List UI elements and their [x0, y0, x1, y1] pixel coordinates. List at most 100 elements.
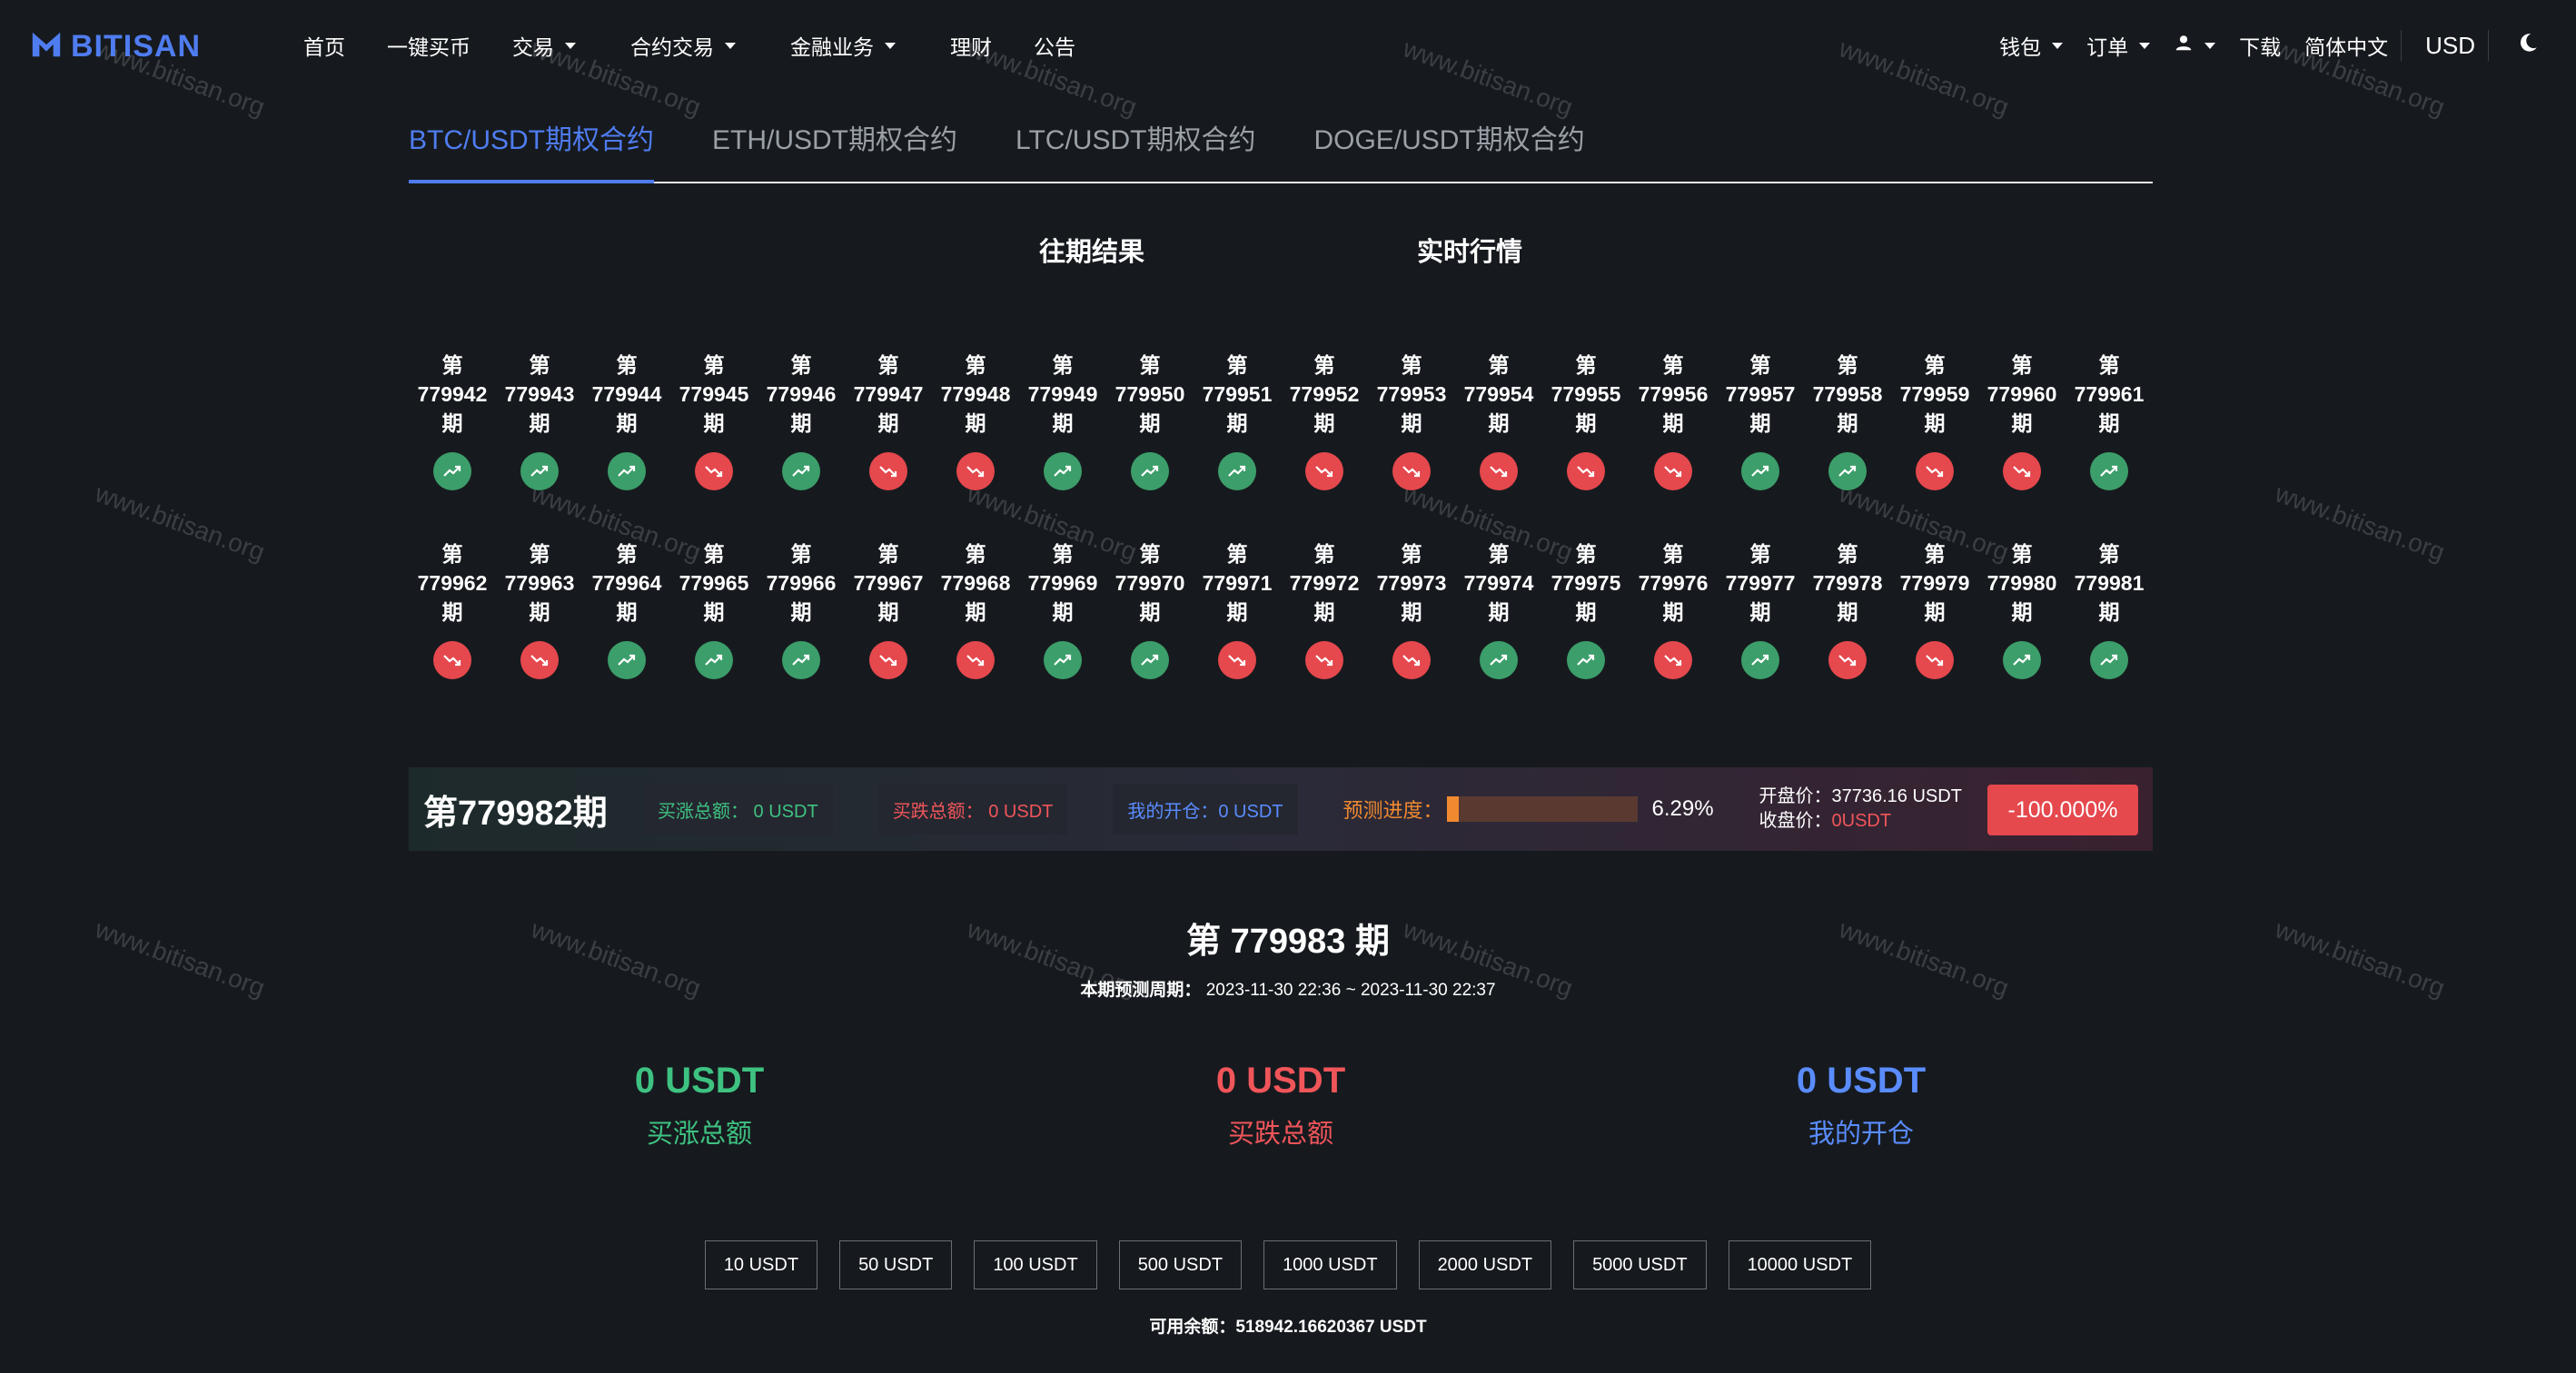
period-prefix: 第	[1226, 542, 1248, 566]
chevron-down-icon	[2052, 42, 2064, 49]
period-prefix: 第	[1575, 542, 1597, 566]
trend-up-icon	[1131, 641, 1169, 679]
tab-contract[interactable]: LTC/USDT期权合约	[1016, 118, 1255, 183]
trend-down-icon	[869, 641, 907, 679]
language-selector[interactable]: 简体中文	[2304, 27, 2388, 64]
trend-down-icon	[956, 641, 995, 679]
trend-up-icon	[608, 452, 646, 490]
period-number: 779951	[1202, 382, 1273, 406]
period-number: 779961	[2074, 382, 2145, 406]
currency-selector[interactable]: USD	[2425, 27, 2475, 64]
period-prefix: 第	[703, 542, 725, 566]
history-period: 第 779975 期	[1542, 539, 1630, 679]
amount-option-button[interactable]: 10 USDT	[704, 1240, 818, 1289]
period-number: 779973	[1376, 571, 1447, 595]
amount-option-button[interactable]: 50 USDT	[839, 1240, 953, 1289]
period-number: 779970	[1115, 571, 1185, 595]
period-suffix: 期	[1749, 411, 1771, 435]
period-suffix: 期	[790, 600, 812, 624]
progress-value: 6.29%	[1651, 796, 1714, 821]
period-number: 779971	[1202, 571, 1273, 595]
period-prefix: 第	[2098, 353, 2120, 377]
period-label: 第 779971 期	[1203, 539, 1273, 627]
trend-down-icon	[869, 452, 907, 490]
period-suffix: 期	[1837, 600, 1858, 624]
divider	[2401, 30, 2403, 61]
amount-option-button[interactable]: 2000 USDT	[1418, 1240, 1552, 1289]
realtime-heading[interactable]: 实时行情	[1417, 231, 1522, 269]
buy-total-amount: 0 USDT	[634, 1061, 765, 1101]
nav-item-label: 金融业务	[790, 35, 874, 59]
orders-menu[interactable]: 订单	[2086, 27, 2151, 64]
period-suffix: 期	[965, 600, 986, 624]
period-label: 第 779976 期	[1639, 539, 1709, 627]
period-suffix: 期	[1575, 600, 1597, 624]
period-suffix: 期	[1575, 411, 1597, 435]
trend-up-icon	[2090, 452, 2128, 490]
history-period: 第 779948 期	[932, 351, 1019, 490]
nav-item[interactable]: 理财	[950, 29, 992, 62]
history-period: 第 779977 期	[1717, 539, 1804, 679]
period-label: 第 779980 期	[1987, 539, 2057, 627]
period-number: 779950	[1115, 382, 1185, 406]
trend-up-icon	[1480, 641, 1518, 679]
nav-item[interactable]: 一键买币	[387, 29, 471, 62]
period-suffix: 期	[1401, 411, 1422, 435]
logo[interactable]: BITISAN	[29, 27, 201, 66]
buy-total-badge: 买涨总额： 0 USDT	[643, 784, 833, 835]
period-label: 第 779948 期	[941, 351, 1011, 438]
amount-option-button[interactable]: 5000 USDT	[1573, 1240, 1707, 1289]
wallet-menu[interactable]: 钱包	[1999, 27, 2064, 64]
period-label: 第 779964 期	[592, 539, 662, 627]
progress-label: 预测进度：	[1342, 799, 1443, 822]
nav-item[interactable]: 公告	[1034, 29, 1075, 62]
tab-contract[interactable]: BTC/USDT期权合约	[409, 118, 654, 183]
nav-item-label: 公告	[1034, 35, 1075, 59]
history-period: 第 779969 期	[1019, 539, 1106, 679]
period-prefix: 第	[1313, 353, 1335, 377]
current-period-label: 第779982期	[423, 794, 608, 833]
theme-toggle[interactable]	[2516, 27, 2540, 64]
period-suffix: 期	[616, 600, 638, 624]
history-period: 第 779959 期	[1891, 351, 1978, 490]
period-number: 779942	[417, 382, 488, 406]
contract-tabs: BTC/USDT期权合约 ETH/USDT期权合约 LTC/USDT期权合约 DOGE…	[409, 118, 2153, 183]
period-number: 779966	[766, 571, 837, 595]
period-prefix: 第	[1749, 353, 1771, 377]
trend-up-icon	[1828, 452, 1867, 490]
period-number: 779974	[1463, 571, 1534, 595]
next-period-title: 第 779983 期	[1186, 923, 1390, 961]
download-link[interactable]: 下载	[2239, 27, 2281, 64]
trend-down-icon	[433, 641, 471, 679]
user-icon	[2174, 33, 2194, 58]
logo-icon	[29, 27, 64, 66]
trend-down-icon	[695, 452, 733, 490]
nav-item[interactable]: 交易	[512, 29, 576, 62]
tab-contract[interactable]: DOGE/USDT期权合约	[1313, 118, 1584, 183]
history-period: 第 779980 期	[1978, 539, 2066, 679]
nav-item[interactable]: 首页	[303, 29, 345, 62]
amount-option-button[interactable]: 500 USDT	[1118, 1240, 1243, 1289]
period-prefix: 第	[1226, 353, 1248, 377]
period-prefix: 第	[529, 542, 550, 566]
period-prefix: 第	[703, 353, 725, 377]
amount-option-button[interactable]: 100 USDT	[974, 1240, 1097, 1289]
nav-item[interactable]: 金融业务	[790, 29, 896, 62]
period-suffix: 期	[529, 600, 550, 624]
tab-contract[interactable]: ETH/USDT期权合约	[712, 118, 957, 183]
user-menu[interactable]	[2174, 27, 2216, 64]
amount-option-button[interactable]: 10000 USDT	[1728, 1240, 1872, 1289]
history-period: 第 779964 期	[583, 539, 670, 679]
trend-down-icon	[2003, 452, 2041, 490]
period-suffix: 期	[2098, 600, 2120, 624]
buy-total-block: 0 USDT 买涨总额	[518, 1061, 881, 1151]
history-period: 第 779943 期	[496, 351, 583, 490]
amount-option-button[interactable]: 1000 USDT	[1263, 1240, 1397, 1289]
history-period: 第 779971 期	[1194, 539, 1281, 679]
period-label: 第 779951 期	[1203, 351, 1273, 438]
wallet-label: 钱包	[1999, 35, 2042, 59]
nav-item[interactable]: 合约交易	[630, 29, 736, 62]
period-label: 第 779972 期	[1290, 539, 1360, 627]
history-heading[interactable]: 往期结果	[1039, 231, 1144, 269]
period-label: 第 779975 期	[1551, 539, 1621, 627]
